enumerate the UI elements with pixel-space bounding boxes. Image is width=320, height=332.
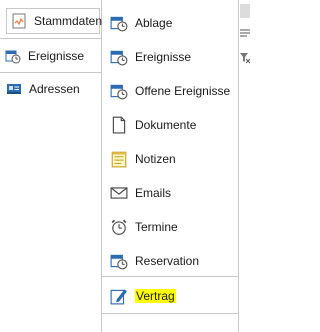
clear-filter-icon[interactable] (240, 52, 250, 64)
submenu-item-notizen[interactable]: Notizen (106, 144, 236, 174)
submenu-item-emails[interactable]: Emails (106, 178, 236, 208)
pen-edit-icon (110, 287, 128, 305)
chart-document-icon (11, 13, 27, 29)
alarm-clock-icon (110, 218, 128, 236)
submenu-item-termine[interactable]: Termine (106, 212, 236, 242)
submenu-item-ereignisse[interactable]: Ereignisse (106, 42, 236, 72)
divider (0, 72, 101, 73)
calendar-clock-icon (110, 14, 128, 32)
divider (0, 38, 101, 39)
submenu-item-label: Notizen (135, 152, 176, 166)
submenu-item-label: Offene Ereignisse (135, 84, 231, 98)
submenu-item-label: Termine (135, 220, 178, 234)
submenu-item-dokumente[interactable]: Dokumente (106, 110, 236, 140)
nav-item-label: Stammdaten (34, 14, 103, 28)
nav-item-adressen[interactable]: Adressen (0, 78, 100, 100)
nav-item-stammdaten[interactable]: Stammdaten (6, 8, 103, 34)
submenu-item-offene-ereignisse[interactable]: Offene Ereignisse (106, 76, 236, 106)
submenu-item-reservation[interactable]: Reservation (106, 246, 236, 276)
submenu-item-label: Dokumente (135, 118, 197, 132)
submenu-item-label: Vertrag (135, 289, 176, 303)
calendar-clock-icon (110, 252, 128, 270)
toolbar-button[interactable] (240, 4, 250, 18)
divider (101, 0, 102, 332)
nav-item-label: Ereignisse (28, 49, 85, 63)
calendar-clock-icon (110, 48, 128, 66)
envelope-icon (110, 184, 128, 202)
submenu-item-label: Reservation (135, 254, 200, 268)
address-card-icon (6, 81, 22, 97)
submenu-item-vertrag[interactable]: Vertrag (106, 281, 236, 311)
notepad-icon (110, 150, 128, 168)
submenu-item-label: Emails (135, 186, 172, 200)
list-filter-icon[interactable] (240, 28, 250, 40)
submenu-item-label: Ereignisse (135, 50, 192, 64)
divider (101, 313, 238, 314)
submenu-item-label: Ablage (135, 16, 173, 30)
submenu-item-ablage[interactable]: Ablage (106, 8, 236, 38)
nav-item-label: Adressen (29, 82, 80, 96)
divider (238, 0, 239, 332)
nav-item-ereignisse[interactable]: Ereignisse (0, 44, 100, 68)
calendar-clock-icon (110, 82, 128, 100)
document-icon (110, 116, 128, 134)
calendar-clock-icon (5, 48, 21, 64)
divider (101, 276, 238, 277)
